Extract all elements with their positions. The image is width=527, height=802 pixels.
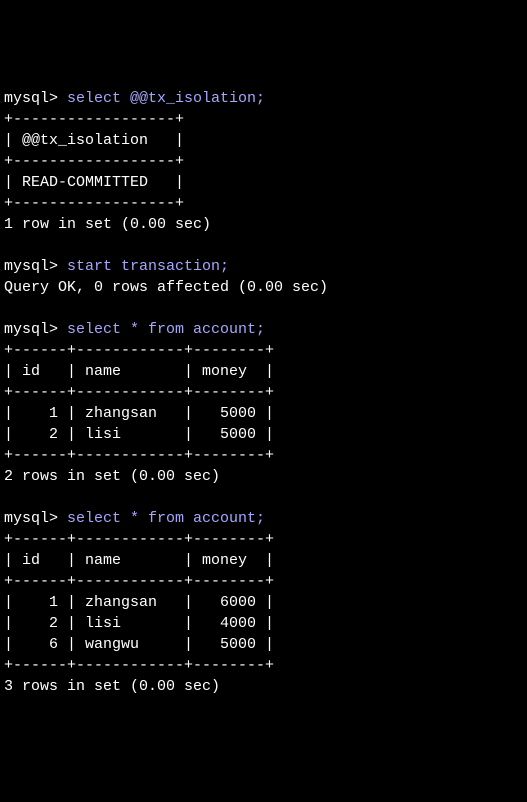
mysql-prompt: mysql> bbox=[4, 258, 67, 275]
mysql-prompt: mysql> bbox=[4, 321, 67, 338]
sql-statement: select * from account; bbox=[67, 321, 265, 338]
table-row: | 2 | lisi | 5000 | bbox=[4, 426, 274, 443]
table-header: | id | name | money | bbox=[4, 363, 274, 380]
result-footer: 1 row in set (0.00 sec) bbox=[4, 216, 211, 233]
table-header: | id | name | money | bbox=[4, 552, 274, 569]
sql-statement: select * from account; bbox=[67, 510, 265, 527]
table-row: | 1 | zhangsan | 5000 | bbox=[4, 405, 274, 422]
sql-statement: select @@tx_isolation; bbox=[67, 90, 265, 107]
table-separator: +------------------+ bbox=[4, 111, 184, 128]
sql-statement: start transaction; bbox=[67, 258, 229, 275]
table-header: | @@tx_isolation | bbox=[4, 132, 184, 149]
result-footer: 2 rows in set (0.00 sec) bbox=[4, 468, 220, 485]
table-separator: +------+------------+--------+ bbox=[4, 531, 274, 548]
table-separator: +------------------+ bbox=[4, 153, 184, 170]
table-separator: +------+------------+--------+ bbox=[4, 573, 274, 590]
table-row: | 1 | zhangsan | 6000 | bbox=[4, 594, 274, 611]
table-separator: +------+------------+--------+ bbox=[4, 342, 274, 359]
mysql-prompt: mysql> bbox=[4, 90, 67, 107]
table-separator: +------+------------+--------+ bbox=[4, 447, 274, 464]
terminal-output: mysql> select @@tx_isolation; +---------… bbox=[4, 88, 523, 697]
result-footer: Query OK, 0 rows affected (0.00 sec) bbox=[4, 279, 328, 296]
mysql-prompt: mysql> bbox=[4, 510, 67, 527]
table-separator: +------------------+ bbox=[4, 195, 184, 212]
result-footer: 3 rows in set (0.00 sec) bbox=[4, 678, 220, 695]
table-separator: +------+------------+--------+ bbox=[4, 384, 274, 401]
table-separator: +------+------------+--------+ bbox=[4, 657, 274, 674]
table-row: | READ-COMMITTED | bbox=[4, 174, 184, 191]
table-row: | 6 | wangwu | 5000 | bbox=[4, 636, 274, 653]
